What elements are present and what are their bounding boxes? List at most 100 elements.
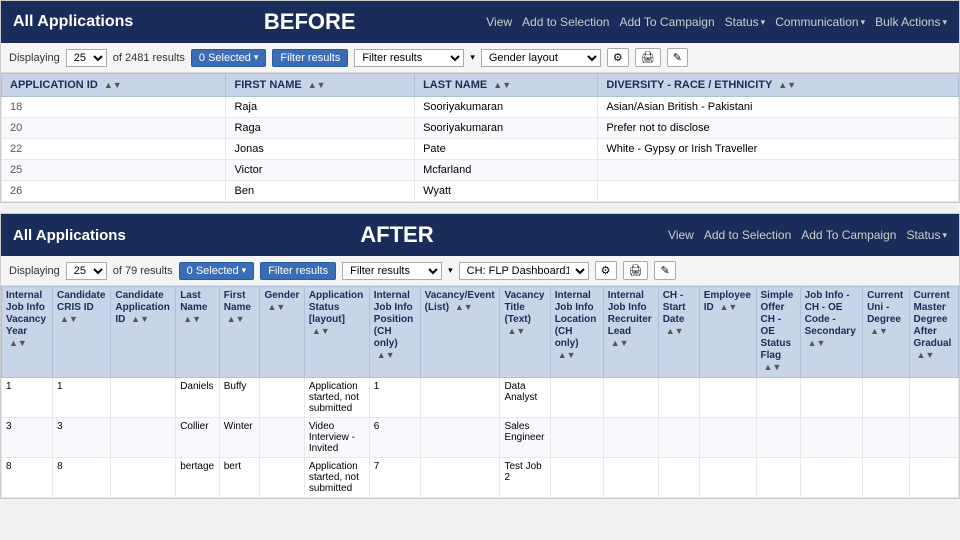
table-row[interactable]: 18 Raja Sooriyakumaran Asian/Asian Briti… — [2, 97, 959, 118]
sort-icon: ▲▼ — [870, 326, 888, 336]
after-settings-icon-btn[interactable]: ⚙ — [595, 261, 617, 280]
table-row[interactable]: 26 Ben Wyatt — [2, 181, 959, 202]
cell-employee-id — [699, 378, 756, 418]
table-row[interactable]: 8 8 bertage bert Application started, no… — [2, 458, 959, 498]
cell-position: 6 — [369, 418, 420, 458]
cell-first-name: Jonas — [226, 139, 415, 160]
sort-icon: ▲▼ — [507, 326, 525, 336]
col-last-name: LAST NAME ▲▼ — [415, 74, 598, 97]
col-cris-id: Candidate CRIS ID ▲▼ — [53, 287, 111, 378]
selected-btn[interactable]: 0 Selected ▾ — [191, 49, 267, 67]
col-master-degree: Current Master Degree After Gradual ▲▼ — [909, 287, 958, 378]
cell-last-name: Daniels — [176, 378, 220, 418]
after-nav-view[interactable]: View — [668, 228, 694, 242]
layout-select[interactable]: Gender layout — [481, 49, 601, 67]
col-diversity: DIVERSITY - RACE / ETHNICITY ▲▼ — [598, 74, 959, 97]
table-row[interactable]: 1 1 Daniels Buffy Application started, n… — [2, 378, 959, 418]
cell-vacancy-event — [420, 458, 500, 498]
sort-icon: ▲▼ — [312, 326, 330, 336]
cell-cris-id: 8 — [53, 458, 111, 498]
after-print-icon-btn[interactable]: 🖨 — [623, 261, 649, 280]
cell-app-status: Application started, not submitted — [304, 458, 369, 498]
per-page-select[interactable]: 25 — [66, 49, 107, 67]
after-center-label: AFTER — [138, 222, 656, 248]
cell-vacancy-year: 3 — [2, 418, 53, 458]
cell-vacancy-title: Test Job 2 — [500, 458, 550, 498]
cell-app-id — [111, 418, 176, 458]
after-filter-results-btn[interactable]: Filter results — [260, 262, 336, 280]
cell-position: 1 — [369, 378, 420, 418]
filter-select[interactable]: Filter results — [354, 49, 464, 67]
print-icon-btn[interactable]: 🖨 — [635, 48, 661, 67]
cell-oe-code — [800, 418, 862, 458]
cell-position: 7 — [369, 458, 420, 498]
nav-add-to-selection[interactable]: Add to Selection — [522, 15, 609, 29]
edit-icon-btn[interactable]: ✎ — [667, 48, 688, 67]
col-location: Internal Job Info Location (CH only) ▲▼ — [550, 287, 603, 378]
nav-bulk-actions-btn[interactable]: Bulk Actions ▾ — [875, 15, 947, 29]
communication-caret-icon: ▾ — [861, 17, 866, 28]
sort-icon: ▲▼ — [764, 362, 782, 372]
nav-add-to-campaign[interactable]: Add To Campaign — [619, 15, 714, 29]
cell-gender — [260, 458, 304, 498]
col-app-status: Application Status [layout] ▲▼ — [304, 287, 369, 378]
table-row[interactable]: 20 Raga Sooriyakumaran Prefer not to dis… — [2, 118, 959, 139]
cell-app-id: 18 — [2, 97, 226, 118]
before-center-label: BEFORE — [145, 9, 474, 35]
before-title: All Applications — [13, 13, 133, 31]
after-nav-add-to-campaign[interactable]: Add To Campaign — [801, 228, 896, 242]
settings-icon-btn[interactable]: ⚙ — [607, 48, 629, 67]
table-row[interactable]: 22 Jonas Pate White - Gypsy or Irish Tra… — [2, 139, 959, 160]
table-row[interactable]: 3 3 Collier Winter Video Interview - Inv… — [2, 418, 959, 458]
cell-app-id: 26 — [2, 181, 226, 202]
sort-icon: ▲▼ — [666, 326, 684, 336]
after-per-page-select[interactable]: 25 — [66, 262, 107, 280]
col-offer-flag: Simple Offer CH - OE Status Flag ▲▼ — [756, 287, 800, 378]
before-toolbar: Displaying 25 of 2481 results 0 Selected… — [1, 43, 959, 73]
after-table-header-row: Internal Job Info Vacancy Year ▲▼ Candid… — [2, 287, 959, 378]
status-caret-icon: ▾ — [761, 17, 766, 28]
after-table-container: Internal Job Info Vacancy Year ▲▼ Candid… — [1, 286, 959, 498]
nav-communication-btn[interactable]: Communication ▾ — [775, 15, 865, 29]
after-nav-status-btn[interactable]: Status ▾ — [906, 228, 947, 242]
after-filter-select[interactable]: Filter results — [342, 262, 442, 280]
after-nav-add-to-selection[interactable]: Add to Selection — [704, 228, 791, 242]
cell-app-id: 20 — [2, 118, 226, 139]
cell-cris-id: 1 — [53, 378, 111, 418]
col-vacancy-title: Vacancy Title (Text) ▲▼ — [500, 287, 550, 378]
after-panel: All Applications AFTER View Add to Selec… — [0, 213, 960, 499]
after-title: All Applications — [13, 227, 126, 244]
after-selected-btn[interactable]: 0 Selected ▾ — [179, 262, 255, 280]
before-table-header-row: APPLICATION ID ▲▼ FIRST NAME ▲▼ LAST NAM… — [2, 74, 959, 97]
cell-vacancy-year: 8 — [2, 458, 53, 498]
nav-view[interactable]: View — [486, 15, 512, 29]
cell-first-name: Raja — [226, 97, 415, 118]
col-first-name: FIRST NAME ▲▼ — [226, 74, 415, 97]
sort-icon: ▲▼ — [267, 302, 285, 312]
cell-master-degree — [909, 378, 958, 418]
cell-vacancy-title: Data Analyst — [500, 378, 550, 418]
after-edit-icon-btn[interactable]: ✎ — [654, 261, 675, 280]
after-layout-select[interactable]: CH: FLP Dashboard1 — [459, 262, 589, 280]
sort-icon: ▲▼ — [227, 314, 245, 324]
nav-status-btn[interactable]: Status ▾ — [725, 15, 766, 29]
cell-last-name: Pate — [415, 139, 598, 160]
after-nav: View Add to Selection Add To Campaign St… — [668, 228, 947, 242]
cell-vacancy-title: Sales Engineer — [500, 418, 550, 458]
table-row[interactable]: 25 Victor Mcfarland — [2, 160, 959, 181]
col-start-date: CH - Start Date ▲▼ — [658, 287, 699, 378]
after-filter-caret-icon: ▾ — [448, 265, 453, 276]
col-recruiter: Internal Job Info Recruiter Lead ▲▼ — [603, 287, 658, 378]
filter-results-btn[interactable]: Filter results — [272, 49, 348, 67]
cell-last-name: Sooriyakumaran — [415, 97, 598, 118]
cell-degree — [863, 458, 909, 498]
cell-app-id — [111, 378, 176, 418]
cell-gender — [260, 418, 304, 458]
cell-first-name: bert — [219, 458, 260, 498]
after-header: All Applications AFTER View Add to Selec… — [1, 214, 959, 256]
displaying-label: Displaying — [9, 52, 60, 64]
sort-icon: ▲▼ — [104, 80, 122, 90]
sort-icon: ▲▼ — [455, 302, 473, 312]
sort-icon: ▲▼ — [611, 338, 629, 348]
cell-location — [550, 378, 603, 418]
